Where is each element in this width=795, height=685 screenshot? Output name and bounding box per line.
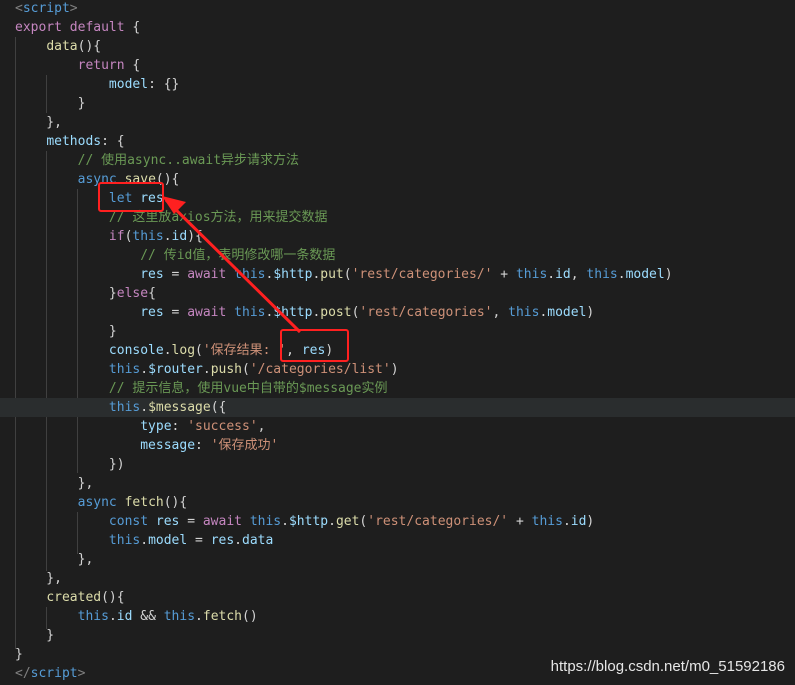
watermark-text: https://blog.csdn.net/m0_51592186 xyxy=(550,658,785,675)
code-editor[interactable]: <script> export default { data(){ return … xyxy=(0,0,795,685)
annotation-arrow xyxy=(162,196,302,334)
arrow-shaft xyxy=(164,198,302,334)
arrow-head xyxy=(162,196,186,214)
